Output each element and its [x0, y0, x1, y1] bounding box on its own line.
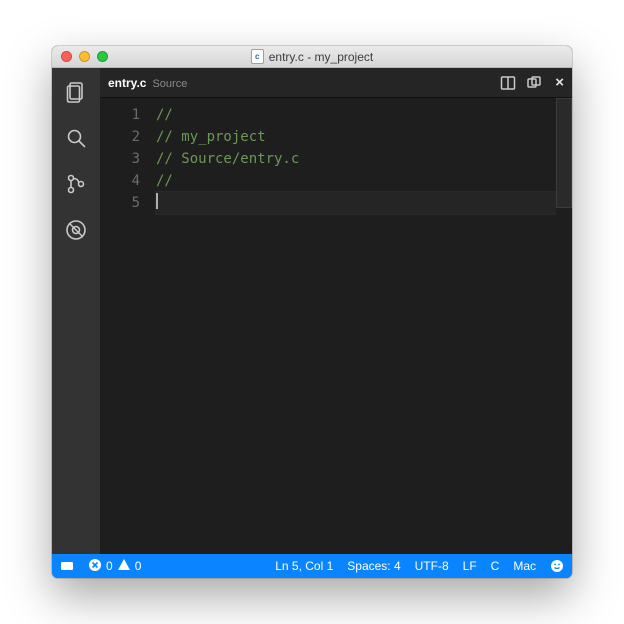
tab-entry-c[interactable]: entry.c Source [108, 76, 187, 90]
traffic-lights [52, 51, 108, 62]
error-icon [88, 558, 102, 575]
tab-filename: entry.c [108, 76, 146, 90]
status-os[interactable]: Mac [513, 559, 536, 573]
code-content[interactable]: // // my_project // Source/entry.c // [154, 98, 556, 554]
line-gutter: 1 2 3 4 5 [100, 98, 154, 554]
code-line: // [156, 107, 173, 123]
activity-bar [52, 68, 100, 554]
status-language[interactable]: C [491, 559, 500, 573]
status-indentation[interactable]: Spaces: 4 [347, 559, 400, 573]
status-encoding[interactable]: UTF-8 [415, 559, 449, 573]
status-bar: 0 0 Ln 5, Col 1 Spaces: 4 UTF-8 LF C Mac [52, 554, 572, 578]
warning-icon [117, 558, 131, 575]
warning-count: 0 [135, 559, 142, 573]
status-cursor-position[interactable]: Ln 5, Col 1 [275, 559, 333, 573]
minimap[interactable] [556, 98, 572, 554]
line-number: 5 [100, 192, 140, 214]
minimize-window-button[interactable] [79, 51, 90, 62]
close-window-button[interactable] [61, 51, 72, 62]
more-actions-icon[interactable] [525, 74, 543, 92]
search-icon[interactable] [62, 124, 90, 152]
status-problems[interactable]: 0 0 [88, 558, 141, 575]
c-file-icon: c [251, 49, 264, 64]
status-remote-icon[interactable] [60, 559, 74, 573]
error-count: 0 [106, 559, 113, 573]
split-editor-icon[interactable] [499, 74, 517, 92]
source-control-icon[interactable] [62, 170, 90, 198]
titlebar: c entry.c - my_project [52, 46, 572, 68]
explorer-icon[interactable] [62, 78, 90, 106]
debug-icon[interactable] [62, 216, 90, 244]
status-eol[interactable]: LF [463, 559, 477, 573]
line-number: 2 [100, 126, 140, 148]
status-feedback-icon[interactable] [550, 559, 564, 573]
workbench-body: entry.c Source × 1 2 3 4 5 [52, 68, 572, 554]
close-tab-icon[interactable]: × [555, 74, 564, 91]
line-number: 1 [100, 104, 140, 126]
line-number: 3 [100, 148, 140, 170]
tab-bar: entry.c Source × [100, 68, 572, 98]
tab-folder: Source [152, 78, 187, 90]
text-cursor [156, 193, 158, 209]
window-title-text: entry.c - my_project [269, 50, 373, 64]
line-number: 4 [100, 170, 140, 192]
code-editor[interactable]: 1 2 3 4 5 // // my_project // Source/ent… [100, 98, 572, 554]
app-window: c entry.c - my_project entry.c Source [52, 46, 572, 578]
window-title: c entry.c - my_project [52, 49, 572, 64]
editor-area: entry.c Source × 1 2 3 4 5 [100, 68, 572, 554]
code-line: // my_project [156, 129, 266, 145]
code-line: // Source/entry.c [156, 151, 299, 167]
zoom-window-button[interactable] [97, 51, 108, 62]
minimap-viewport[interactable] [556, 98, 572, 208]
code-line: // [156, 173, 173, 189]
